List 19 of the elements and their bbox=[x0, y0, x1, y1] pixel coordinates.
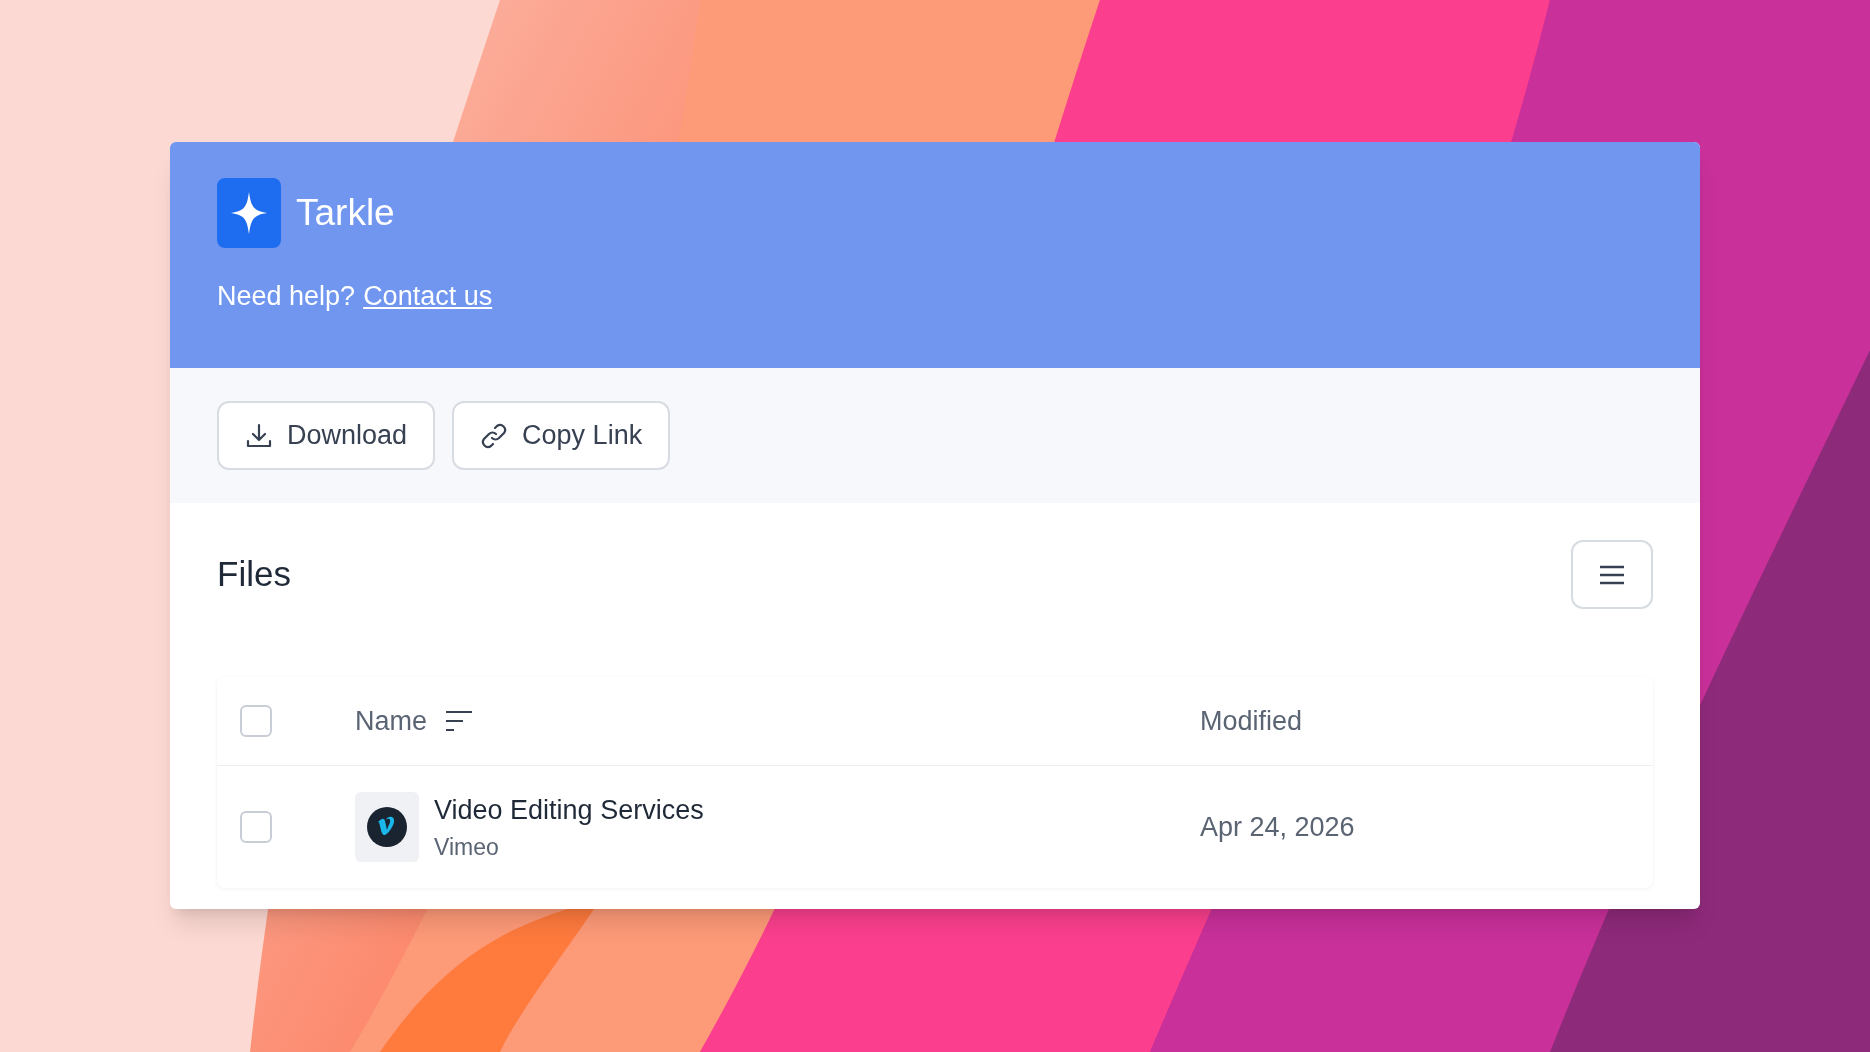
file-source: Vimeo bbox=[434, 833, 500, 862]
download-icon bbox=[245, 421, 273, 450]
menu-icon bbox=[1599, 564, 1625, 585]
download-button[interactable]: Download bbox=[217, 401, 436, 470]
checkbox[interactable] bbox=[240, 811, 272, 843]
modified-date: Apr 24, 2026 bbox=[1200, 810, 1355, 844]
menu-button[interactable] bbox=[1571, 540, 1653, 609]
video-logo-icon bbox=[367, 807, 407, 847]
sort-icon[interactable] bbox=[445, 710, 474, 732]
logo-icon bbox=[217, 178, 281, 248]
section-title: Files bbox=[217, 553, 291, 596]
link-icon bbox=[480, 421, 509, 450]
file-name[interactable]: Video Editing Services bbox=[434, 789, 704, 830]
column-header[interactable]: Name bbox=[355, 700, 428, 742]
help-text: Need help? bbox=[217, 280, 356, 313]
copy-link-button[interactable]: Copy Link bbox=[452, 401, 671, 470]
column-header[interactable]: Modified bbox=[1200, 700, 1303, 742]
app-name: Tarkle bbox=[296, 191, 395, 236]
checkbox[interactable] bbox=[240, 705, 272, 737]
